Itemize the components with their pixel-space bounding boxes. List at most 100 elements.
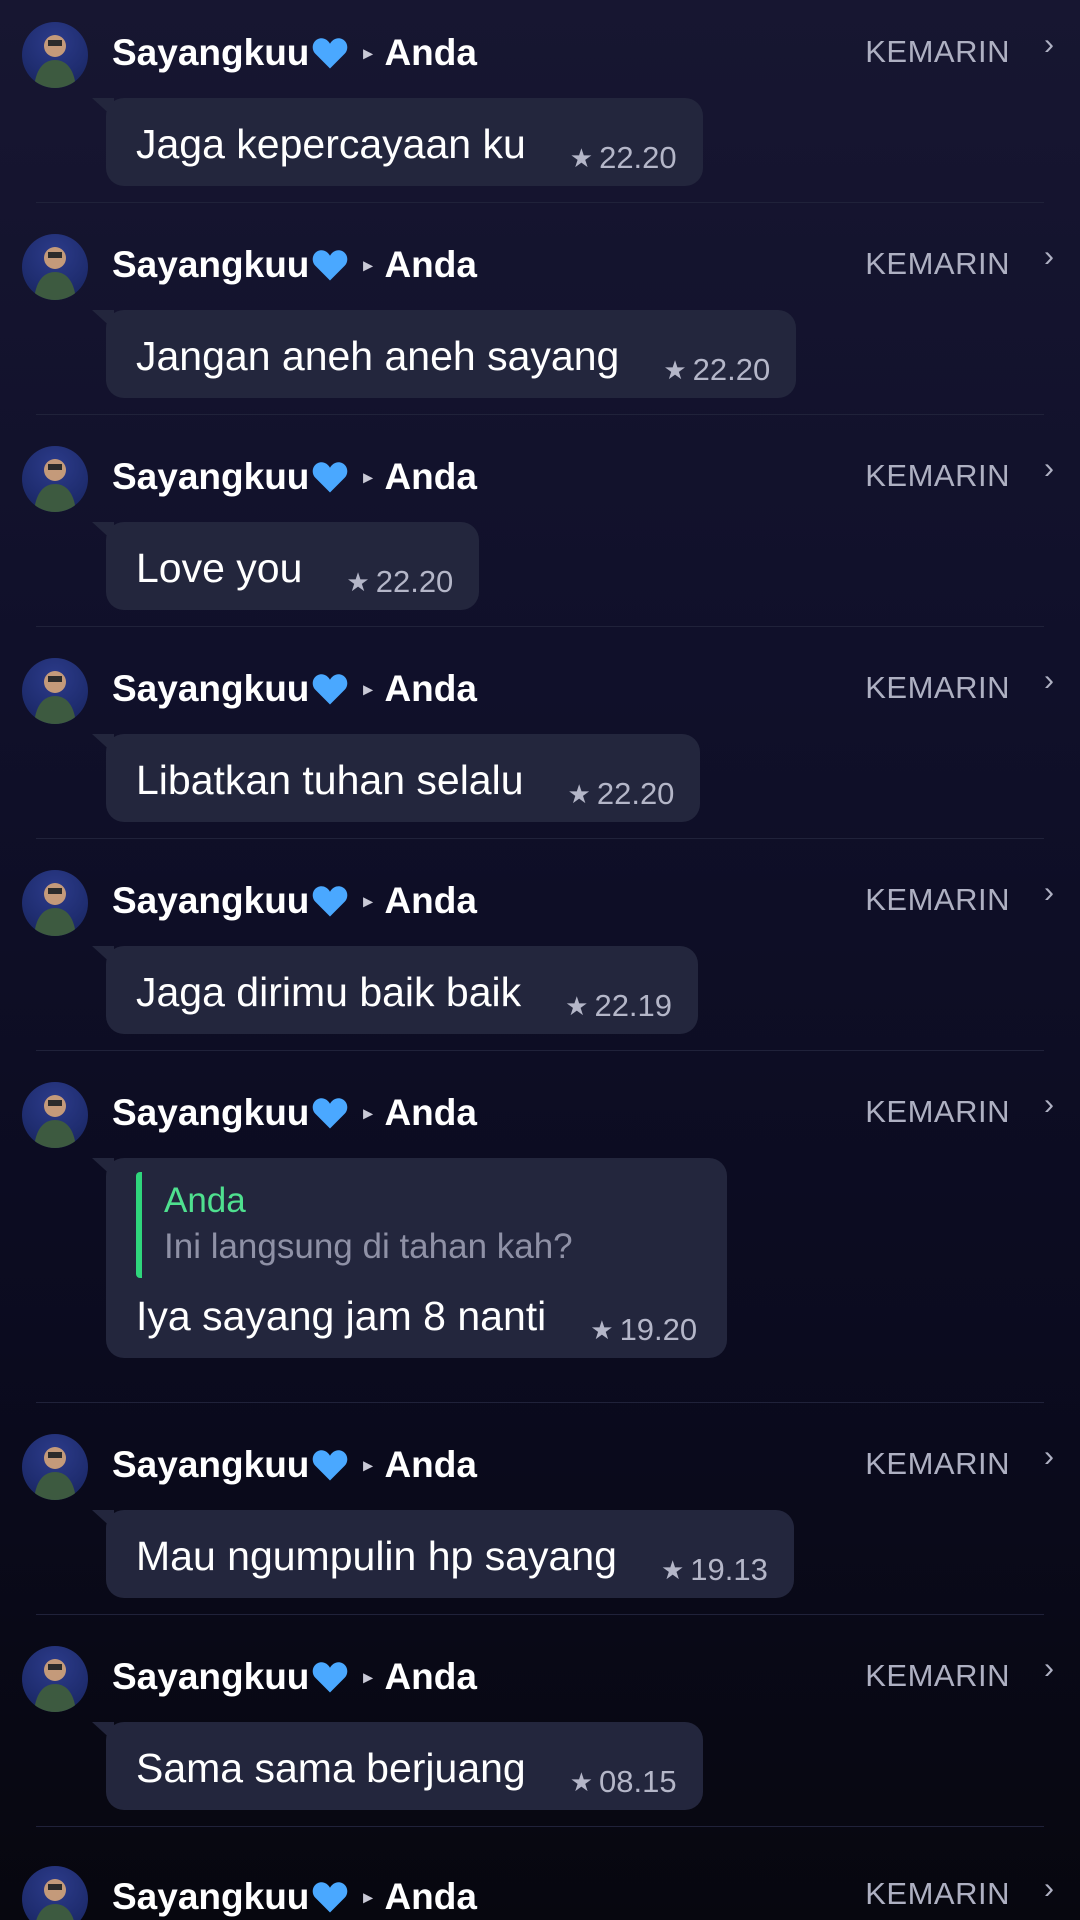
sender-name: Sayangkuu [112,1876,310,1917]
message-bubble[interactable]: Jaga dirimu baik baik ★ 22.19 [91,946,699,1034]
message-header: Sayangkuu ▸ Anda [112,880,477,922]
divider [36,1050,1044,1051]
message-text: Iya sayang jam 8 nanti [136,1293,547,1339]
chevron-right-icon[interactable]: › [1044,1088,1054,1122]
blue-heart-icon [313,674,348,705]
star-icon: ★ [590,1314,614,1345]
chevron-right-icon[interactable]: › [1044,876,1054,910]
avatar[interactable] [22,658,88,724]
message-item[interactable]: Sayangkuu ▸ Anda KEMARIN › Mau ngumpulin… [0,1412,1080,1624]
message-text: Jaga kepercayaan ku [136,121,526,167]
blue-heart-icon [313,1662,348,1693]
avatar[interactable] [22,22,88,88]
divider [36,838,1044,839]
chevron-right-icon[interactable]: › [1044,1652,1054,1686]
message-time: 22.20 [375,564,454,599]
star-icon: ★ [663,354,687,385]
chevron-right-icon[interactable]: › [1044,452,1054,486]
message-meta: ★ 08.15 [570,1764,677,1800]
divider [36,1614,1044,1615]
quoted-sender: Anda [164,1181,246,1220]
message-bubble[interactable]: Anda Ini langsung di tahan kah? Iya saya… [91,1158,728,1358]
message-item[interactable]: Sayangkuu ▸ Anda KEMARIN › Jangan aneh a… [0,212,1080,424]
chevron-right-icon[interactable]: › [1044,664,1054,698]
message-item[interactable]: Sayangkuu ▸ Anda KEMARIN › Libatkan tuha… [0,636,1080,848]
chevron-right-icon[interactable]: › [1044,28,1054,62]
avatar[interactable] [22,234,88,300]
blue-heart-icon [313,38,348,69]
chevron-right-icon[interactable]: › [1044,1440,1054,1474]
message-text: Libatkan tuhan selalu [136,757,524,803]
message-header: Sayangkuu ▸ Anda [112,244,477,286]
message-meta: ★ 19.20 [590,1312,697,1348]
message-meta: ★ 19.13 [661,1552,768,1588]
right-triangle-icon: ▸ [363,466,373,487]
day-label: KEMARIN [865,670,1010,705]
avatar[interactable] [22,870,88,936]
avatar[interactable] [22,1646,88,1712]
day-label: KEMARIN [865,1446,1010,1481]
star-icon: ★ [660,1554,685,1585]
message-text: Love you [136,545,303,591]
recipient-name: Anda [384,32,477,73]
star-icon: ★ [346,566,370,597]
message-meta: ★ 22.20 [570,140,677,176]
message-item[interactable]: Sayangkuu ▸ Anda KEMARIN › Jaga dirimu b… [0,848,1080,1060]
divider [36,1826,1044,1827]
message-header: Sayangkuu ▸ Anda [112,1876,477,1918]
avatar[interactable] [22,446,88,512]
recipient-name: Anda [384,668,477,709]
blue-heart-icon [313,886,348,917]
blue-heart-icon [313,462,348,493]
recipient-name: Anda [384,244,477,285]
message-time: 22.20 [692,352,771,387]
avatar[interactable] [22,1082,88,1148]
message-text: Mau ngumpulin hp sayang [136,1533,617,1579]
message-bubble[interactable]: Love you ★ 22.20 [91,522,480,610]
sender-name: Sayangkuu [112,1092,310,1133]
message-bubble[interactable]: Jaga kepercayaan ku ★ 22.20 [92,98,703,186]
message-bubble[interactable]: Mau ngumpulin hp sayang ★ 19.13 [92,1510,794,1598]
message-time: 22.20 [596,776,675,811]
quoted-message[interactable]: Anda Ini langsung di tahan kah? [136,1172,697,1278]
avatar[interactable] [22,1866,88,1920]
recipient-name: Anda [384,456,477,497]
message-header: Sayangkuu ▸ Anda [112,456,477,498]
sender-name: Sayangkuu [112,880,310,921]
star-icon: ★ [567,778,591,809]
blue-heart-icon [313,1098,348,1129]
message-time: 22.19 [594,988,673,1023]
quoted-text: Ini langsung di tahan kah? [164,1227,573,1266]
message-item[interactable]: Sayangkuu ▸ Anda KEMARIN › Sama sama ber… [0,1624,1080,1836]
divider [36,1402,1044,1403]
message-list: Sayangkuu ▸ Anda KEMARIN › Jaga kepercay… [0,0,1080,1920]
star-icon: ★ [565,990,589,1021]
message-text: Sama sama berjuang [136,1745,526,1791]
blue-heart-icon [313,1882,348,1913]
message-item[interactable]: Sayangkuu ▸ Anda KEMARIN › Jaga kepercay… [0,0,1080,212]
message-item[interactable]: Sayangkuu ▸ Anda KEMARIN › Anda Ini lang… [0,1060,1080,1412]
right-triangle-icon: ▸ [363,254,373,275]
message-bubble[interactable]: Sama sama berjuang ★ 08.15 [92,1722,703,1810]
sender-name: Sayangkuu [112,668,310,709]
sender-name: Sayangkuu [112,1444,310,1485]
message-meta: ★ 22.20 [568,776,675,812]
day-label: KEMARIN [865,1094,1010,1129]
day-label: KEMARIN [865,1658,1010,1693]
message-bubble[interactable]: Libatkan tuhan selalu ★ 22.20 [91,734,701,822]
message-item[interactable]: Sayangkuu ▸ Anda KEMARIN › Love you ★ 22.… [0,424,1080,636]
message-item[interactable]: Sayangkuu ▸ Anda KEMARIN › [0,1836,1080,1920]
message-bubble[interactable]: Jangan aneh aneh sayang ★ 22.20 [91,310,797,398]
right-triangle-icon: ▸ [363,890,373,911]
chevron-right-icon[interactable]: › [1044,240,1054,274]
reply-row: Iya sayang jam 8 nanti ★ 19.20 [136,1290,697,1347]
message-time: 19.20 [619,1312,698,1347]
message-header: Sayangkuu ▸ Anda [112,1656,477,1698]
recipient-name: Anda [384,1656,477,1697]
message-meta: ★ 22.20 [663,352,770,388]
divider [36,414,1044,415]
message-time: 22.20 [599,140,677,175]
avatar[interactable] [22,1434,88,1500]
chevron-right-icon[interactable]: › [1044,1872,1054,1906]
message-meta: ★ 22.19 [565,988,672,1024]
